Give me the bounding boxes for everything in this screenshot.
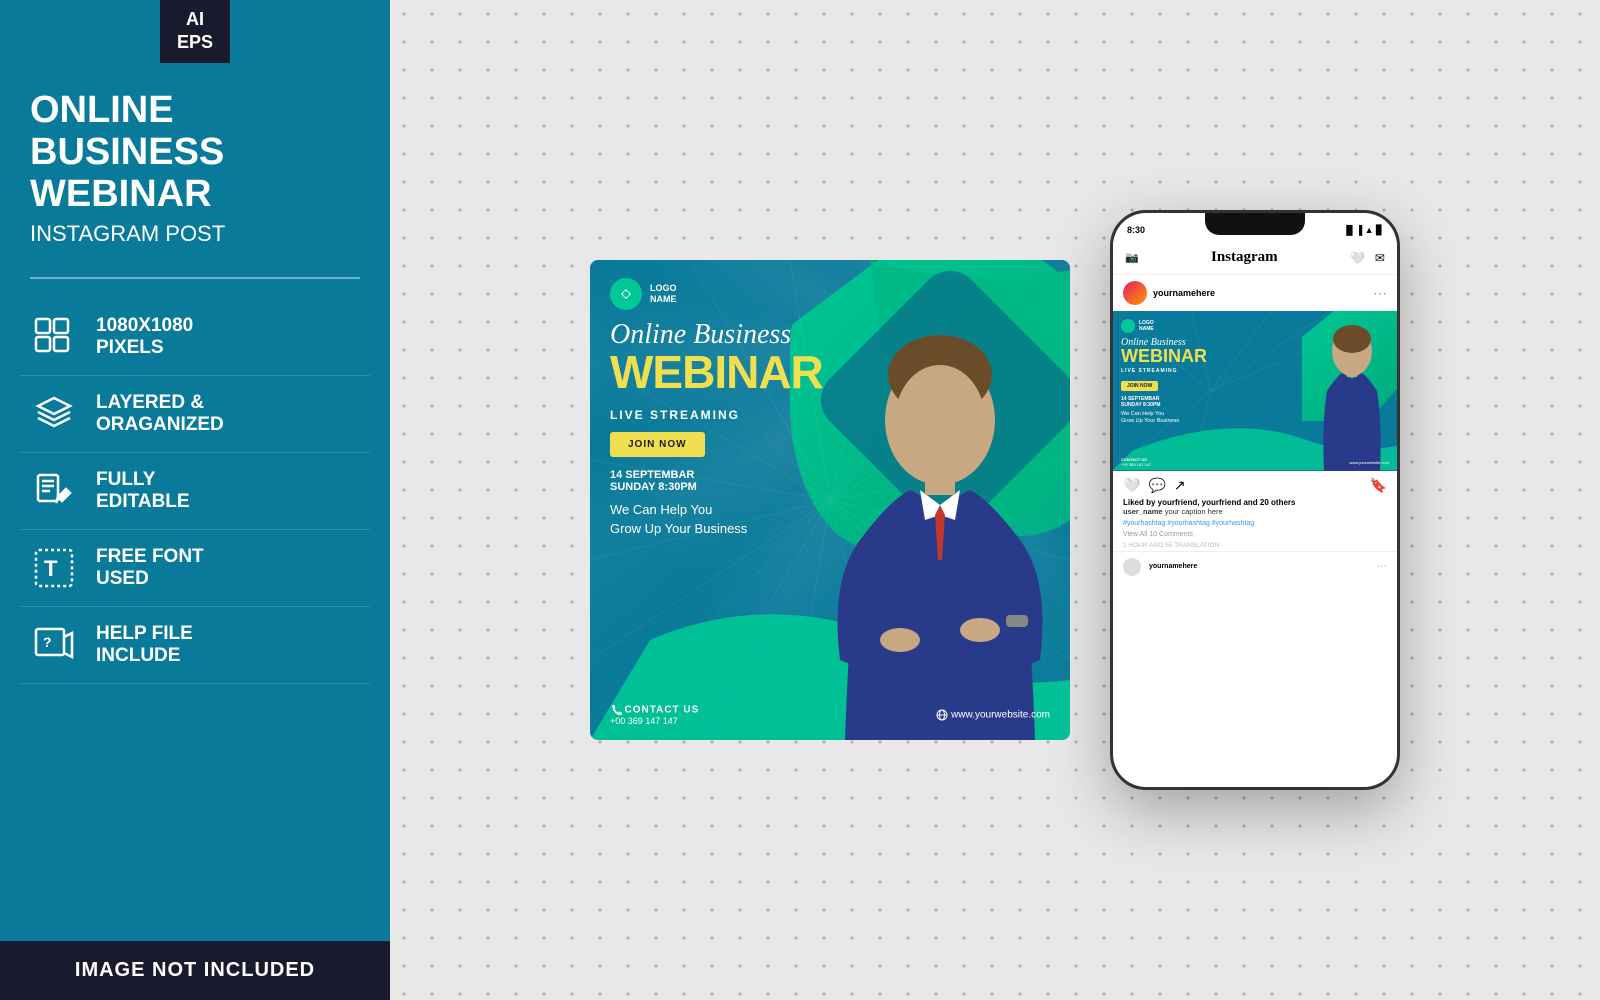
poster-logo-name: LOGO NAME bbox=[650, 283, 677, 305]
poster-tagline: We Can Help You Grow Up Your Business bbox=[610, 501, 823, 537]
phone-mockup: 8:30 ▐▌▐ ▲ ▊ 📷 Instagram 🤍 ✉ yournameher… bbox=[1110, 210, 1400, 790]
sidebar-title-block: ONLINE BUSINESS WEBINAR INSTAGRAM POST bbox=[0, 60, 390, 267]
insta-post-options[interactable]: ⋯ bbox=[1373, 285, 1387, 302]
insta-user-info: yournamehere bbox=[1123, 281, 1215, 305]
help-icon: ? bbox=[30, 621, 78, 669]
phone-time: 8:30 bbox=[1127, 225, 1145, 235]
product-subtitle: INSTAGRAM POST bbox=[30, 221, 360, 247]
phone-bottom-nav: 🏠 🔍 ➕ 🤍 ⬤ bbox=[1113, 787, 1397, 790]
insta-likes: Liked by yourfriend, yourfriend and 20 o… bbox=[1113, 498, 1397, 507]
instagram-header-icons: 🤍 ✉ bbox=[1350, 251, 1385, 265]
mini-contact: CONTACT US +00 369 147 147 bbox=[1121, 457, 1151, 467]
svg-text:?: ? bbox=[43, 634, 52, 650]
product-title: ONLINE BUSINESS WEBINAR bbox=[30, 90, 360, 215]
insta-caption: user_name your caption here bbox=[1113, 507, 1397, 518]
mini-poster-content: LOGO NAME Online Business WEBINAR LIVE S… bbox=[1121, 319, 1397, 425]
send-icon: ✉ bbox=[1375, 251, 1385, 265]
feature-list: 1080x1080 PIXELS LAYERED & ORAGANIZED bbox=[0, 299, 390, 941]
mini-join: JOIN NOW bbox=[1121, 381, 1158, 391]
mini-logo-text: LOGO NAME bbox=[1139, 320, 1154, 332]
insta-comment-bar: yournamehere ⋯ bbox=[1113, 551, 1397, 582]
grid-icon bbox=[30, 313, 78, 361]
comment-options[interactable]: ⋯ bbox=[1377, 561, 1387, 572]
person-svg bbox=[810, 320, 1070, 740]
mini-footer: CONTACT US +00 369 147 147 www.yourwebsi… bbox=[1121, 457, 1389, 467]
feature-layered-text: LAYERED & ORAGANIZED bbox=[96, 392, 224, 438]
insta-view-comments[interactable]: View All 10 Comments bbox=[1113, 529, 1397, 540]
poster-footer: CONTACT US +00 369 147 147 www.yourwebsi… bbox=[610, 704, 1050, 726]
insta-post-header: yournamehere ⋯ bbox=[1113, 275, 1397, 311]
like-icon[interactable]: 🤍 bbox=[1123, 477, 1140, 494]
font-icon: T bbox=[30, 544, 78, 592]
poster-logo-icon bbox=[610, 278, 642, 310]
main-content: LOGO NAME Online Business WEBINAR LIVE S… bbox=[390, 0, 1600, 1000]
instagram-header: 📷 Instagram 🤍 ✉ bbox=[1113, 241, 1397, 275]
mini-poster: LOGO NAME Online Business WEBINAR LIVE S… bbox=[1113, 311, 1397, 471]
phone-notch bbox=[1205, 213, 1305, 235]
divider bbox=[30, 277, 360, 279]
phone-screen: 📷 Instagram 🤍 ✉ yournamehere ⋯ bbox=[1113, 241, 1397, 787]
feature-help: ? HELP FILE INCLUDE bbox=[20, 607, 370, 684]
feature-resolution-text: 1080x1080 PIXELS bbox=[96, 315, 193, 361]
poster-website: www.yourwebsite.com bbox=[936, 709, 1050, 721]
poster-contact: CONTACT US +00 369 147 147 bbox=[610, 704, 699, 726]
poster-live-text: LIVE STREAMING bbox=[610, 408, 823, 422]
mini-website: www.yourwebsite.com bbox=[1349, 460, 1389, 465]
feature-layered: LAYERED & ORAGANIZED bbox=[20, 376, 370, 453]
footer-text: IMAGE NOT INCLUDED bbox=[20, 959, 370, 982]
globe-icon bbox=[936, 709, 948, 721]
poster-logo: LOGO NAME bbox=[610, 278, 677, 310]
feature-resolution: 1080x1080 PIXELS bbox=[20, 299, 370, 376]
sidebar-footer: IMAGE NOT INCLUDED bbox=[0, 941, 390, 1000]
logo-icon-svg bbox=[616, 284, 636, 304]
mini-tagline: We Can Help You Grow Up Your Business bbox=[1121, 411, 1397, 425]
caption-username: user_name bbox=[1123, 507, 1163, 516]
insta-actions: 🤍 💬 ↗ 🔖 bbox=[1113, 471, 1397, 498]
mini-logo: LOGO NAME bbox=[1121, 319, 1397, 333]
insta-username: yournamehere bbox=[1153, 288, 1215, 298]
comment-avatar bbox=[1123, 558, 1141, 576]
mini-logo-icon bbox=[1121, 319, 1135, 333]
poster-bold-title: WEBINAR bbox=[610, 351, 823, 395]
insta-time: 1 HOUR AGO 55 TRANSLATION bbox=[1113, 540, 1397, 551]
mini-live: LIVE STREAMING bbox=[1121, 368, 1397, 374]
svg-text:T: T bbox=[44, 556, 58, 581]
poster-content: Online Business WEBINAR LIVE STREAMING J… bbox=[610, 320, 823, 538]
comment-username: yournamehere bbox=[1149, 563, 1369, 570]
comment-icon[interactable]: 💬 bbox=[1148, 477, 1165, 494]
poster-card: LOGO NAME Online Business WEBINAR LIVE S… bbox=[590, 260, 1070, 740]
mini-bold-title: WEBINAR bbox=[1121, 348, 1397, 364]
sidebar: AI EPS ONLINE BUSINESS WEBINAR INSTAGRAM… bbox=[0, 0, 390, 1000]
insta-hashtags: #yourhashtag #yourhashtag #yourhashtag bbox=[1113, 518, 1397, 529]
poster-date: 14 SEPTEMBAR SUNDAY 8:30PM bbox=[610, 469, 823, 493]
ai-eps-badge: AI EPS bbox=[160, 0, 230, 63]
poster-join-button[interactable]: JOIN NOW bbox=[610, 432, 705, 457]
feature-help-text: HELP FILE INCLUDE bbox=[96, 623, 193, 669]
heart-icon: 🤍 bbox=[1350, 251, 1365, 265]
share-icon[interactable]: ↗ bbox=[1174, 477, 1186, 494]
feature-editable-text: FULLY EDITABLE bbox=[96, 469, 190, 515]
feature-font: T FREE FONT USED bbox=[20, 530, 370, 607]
feature-font-text: FREE FONT USED bbox=[96, 546, 204, 592]
instagram-logo: Instagram bbox=[1211, 249, 1278, 266]
bookmark-icon[interactable]: 🔖 bbox=[1370, 477, 1387, 494]
insta-avatar bbox=[1123, 281, 1147, 305]
layers-icon bbox=[30, 390, 78, 438]
mini-date: 14 SEPTEMBAR SUNDAY 8:30PM bbox=[1121, 396, 1397, 408]
poster-person bbox=[810, 260, 1070, 740]
edit-icon bbox=[30, 467, 78, 515]
phone-icon bbox=[610, 704, 622, 716]
phone-icons: ▐▌▐ ▲ ▊ bbox=[1343, 225, 1383, 236]
insta-action-buttons: 🤍 💬 ↗ bbox=[1123, 477, 1186, 494]
feature-editable: FULLY EDITABLE bbox=[20, 453, 370, 530]
